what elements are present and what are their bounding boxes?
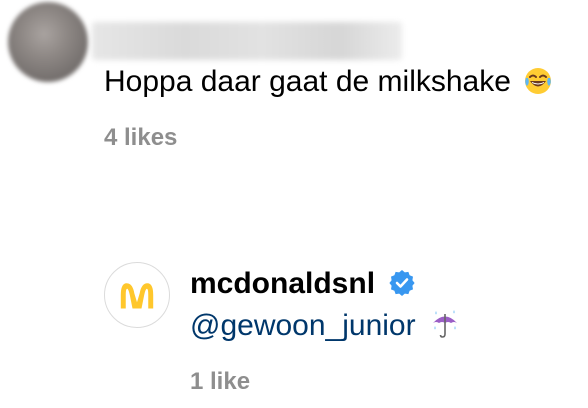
face-with-tears-of-joy-icon — [523, 66, 553, 96]
commenter-username-blurred[interactable] — [92, 22, 402, 60]
mcdonalds-avatar[interactable] — [104, 262, 170, 328]
reply-likes-count[interactable]: 1 like — [190, 368, 250, 396]
comment-body: Hoppa daar gaat de milkshake — [104, 64, 553, 100]
commenter-avatar-blurred[interactable] — [8, 2, 88, 82]
mcdonalds-logo-icon — [120, 283, 154, 309]
reply-username[interactable]: mcdonaldsnl — [190, 267, 375, 300]
comment-likes-count[interactable]: 4 likes — [104, 124, 177, 152]
reply-body: @gewoon_junior — [190, 308, 460, 344]
mention-link[interactable]: @gewoon_junior — [190, 309, 416, 342]
reply-username-row: mcdonaldsnl — [190, 266, 415, 302]
comment-text: Hoppa daar gaat de milkshake — [104, 65, 511, 98]
verified-badge-icon — [389, 269, 415, 296]
umbrella-with-rain-drops-icon — [430, 309, 460, 339]
